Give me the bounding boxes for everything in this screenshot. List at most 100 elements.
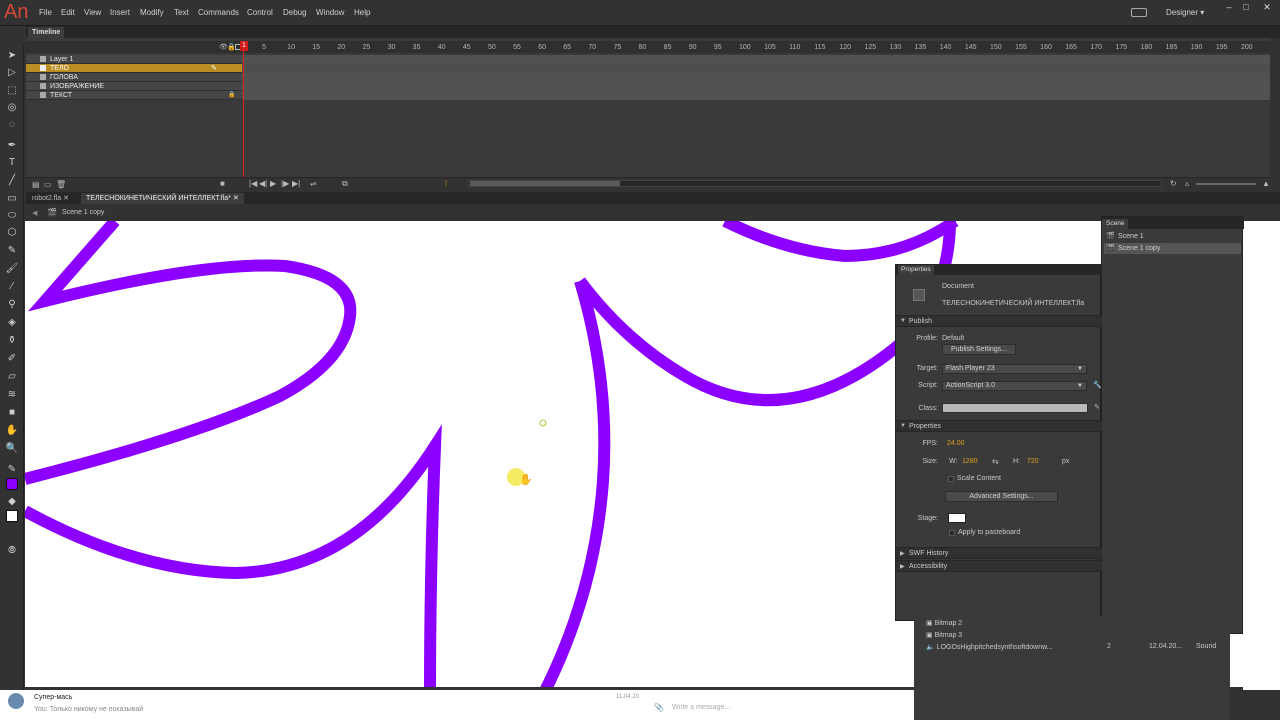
ink-bottle-tool-icon[interactable]: ⚱ [5, 335, 19, 347]
timeline-layer[interactable]: ИЗОБРАЖЕНИЕ [26, 82, 1270, 91]
frame-tick-label[interactable]: 30 [388, 44, 396, 51]
polystar-tool-icon[interactable]: ⬡ [5, 227, 19, 239]
minimize-icon[interactable]: – [1223, 2, 1235, 12]
frame-tick-label[interactable]: 165 [1065, 44, 1077, 51]
menu-edit[interactable]: Edit [61, 8, 75, 17]
frame-tick-label[interactable]: 60 [538, 44, 546, 51]
stage-color-swatch[interactable] [948, 513, 966, 523]
frame-tick-label[interactable]: 190 [1191, 44, 1203, 51]
frame-tick-label[interactable]: 180 [1141, 44, 1153, 51]
frame-tick-label[interactable]: 105 [764, 44, 776, 51]
layer-frames[interactable] [242, 73, 1270, 82]
go-first-frame-icon[interactable]: |◀ [249, 179, 257, 188]
script-settings-icon[interactable]: 🔧 [1093, 381, 1102, 389]
zoom-out-icon[interactable]: ▵ [1185, 179, 1189, 188]
playhead-marker[interactable]: 1 [240, 41, 248, 51]
snap-to-objects-icon[interactable]: ⦾ [5, 545, 19, 557]
scene-row[interactable]: 🎬 Scene 1 copy [1104, 243, 1241, 254]
frame-tick-label[interactable]: 185 [1166, 44, 1178, 51]
frame-tick-label[interactable]: 45 [463, 44, 471, 51]
tab-scene[interactable]: Scene [1102, 219, 1129, 229]
refresh-icon[interactable]: ↻ [1170, 179, 1177, 188]
library-row[interactable]: ▣ Bitmap 3 [926, 631, 962, 639]
frame-tick-label[interactable]: 150 [990, 44, 1002, 51]
frame-tick-label[interactable]: 130 [890, 44, 902, 51]
properties-section-header[interactable]: ▼ Properties [896, 420, 1102, 432]
pen-tool-icon[interactable]: ✒ [5, 140, 19, 152]
zoom-tool-icon[interactable]: 🔍 [5, 443, 19, 455]
frame-tick-label[interactable]: 120 [839, 44, 851, 51]
paint-brush-tool-icon[interactable]: ⁄ [5, 281, 19, 293]
layer-frames[interactable] [242, 64, 1270, 73]
tab-timeline[interactable]: Timeline [28, 27, 65, 38]
target-select[interactable]: Flash Player 23 ▼ [942, 364, 1087, 374]
frame-tick-label[interactable]: 195 [1216, 44, 1228, 51]
new-folder-icon[interactable]: ▭ [44, 180, 52, 189]
menu-insert[interactable]: Insert [110, 8, 130, 17]
frame-tick-label[interactable]: 20 [337, 44, 345, 51]
frame-tick-label[interactable]: 140 [940, 44, 952, 51]
frame-tick-label[interactable]: 145 [965, 44, 977, 51]
frame-tick-label[interactable]: 160 [1040, 44, 1052, 51]
menu-control[interactable]: Control [247, 8, 273, 17]
workspace-icon[interactable] [1131, 8, 1147, 17]
frame-tick-label[interactable]: 200 [1241, 44, 1253, 51]
line-tool-icon[interactable]: ╱ [5, 175, 19, 187]
pencil-tool-icon[interactable]: ✎ [5, 245, 19, 257]
frame-tick-label[interactable]: 155 [1015, 44, 1027, 51]
frame-tick-label[interactable]: 75 [613, 44, 621, 51]
message-input[interactable]: Write a message... [672, 704, 730, 711]
timeline-layer[interactable]: ГОЛОВА [26, 73, 1270, 82]
frame-tick-label[interactable]: 40 [438, 44, 446, 51]
brush-tool-icon[interactable]: 🖌 [5, 263, 19, 275]
frame-tick-label[interactable]: 35 [413, 44, 421, 51]
frame-tick-label[interactable]: 5 [262, 44, 266, 51]
menu-debug[interactable]: Debug [283, 8, 307, 17]
loop-icon[interactable]: ⇌ [310, 179, 317, 188]
edit-class-icon[interactable]: ✎ [1094, 403, 1100, 411]
zoom-in-icon[interactable]: ▲ [1262, 179, 1270, 188]
frame-tick-label[interactable]: 115 [814, 44, 825, 51]
advanced-settings-button[interactable]: Advanced Settings... [945, 491, 1058, 502]
delete-layer-icon[interactable]: 🗑 [56, 180, 66, 189]
layer-frames[interactable] [242, 55, 1270, 64]
maximize-icon[interactable]: □ [1240, 2, 1252, 12]
timeline-zoom-slider[interactable] [1196, 183, 1256, 185]
layer-frames[interactable] [242, 82, 1270, 91]
class-field[interactable] [942, 403, 1088, 413]
eyedropper-tool-icon[interactable]: ✐ [5, 353, 19, 365]
layer-name[interactable]: ТЕЛО [50, 64, 69, 73]
library-row[interactable]: 🔈 LOGOsHighpitchedsynthsoftdownw... [926, 643, 1053, 651]
camera-tool-icon[interactable]: ■ [5, 407, 19, 419]
timeline-layer[interactable]: ТЕЛО ✎ [26, 64, 1270, 73]
menu-window[interactable]: Window [316, 8, 344, 17]
frame-tick-label[interactable]: 80 [639, 44, 647, 51]
frame-tick-label[interactable]: 70 [588, 44, 596, 51]
lock-icon[interactable]: 🔒 [228, 91, 235, 98]
script-select[interactable]: ActionScript 3.0 ▼ [942, 381, 1087, 391]
layer-name[interactable]: ИЗОБРАЖЕНИЕ [50, 82, 104, 91]
frame-tick-label[interactable]: 175 [1115, 44, 1127, 51]
swf-history-section-header[interactable]: ▶ SWF History [896, 547, 1102, 559]
back-arrow-icon[interactable]: ◀ [32, 209, 37, 217]
onion-skin-icon[interactable]: ⧉ [342, 179, 348, 189]
play-icon[interactable]: ▶ [270, 179, 276, 188]
accessibility-section-header[interactable]: ▶ Accessibility [896, 560, 1102, 572]
menu-modify[interactable]: Modify [140, 8, 164, 17]
frame-tick-label[interactable]: 170 [1090, 44, 1102, 51]
stroke-color-swatch[interactable] [6, 478, 18, 490]
doc-tab[interactable]: robot2.fla ✕ [27, 193, 74, 204]
frame-tick-label[interactable]: 15 [312, 44, 320, 51]
timeline-layer[interactable]: Layer 1 [26, 55, 1270, 64]
apply-pasteboard-checkbox[interactable] [949, 530, 955, 536]
paint-bucket-tool-icon[interactable]: ◈ [5, 317, 19, 329]
avatar[interactable] [8, 693, 24, 709]
new-layer-icon[interactable]: ▤ [32, 180, 40, 189]
selection-tool-icon[interactable]: ➤ [5, 50, 19, 62]
publish-section-header[interactable]: ▼ Publish [896, 315, 1102, 327]
go-last-frame-icon[interactable]: ▶| [292, 179, 300, 188]
hand-tool-icon[interactable]: ✋ [5, 425, 19, 437]
doc-tab-active[interactable]: ТЕЛЕСНОКИНЕТИЧЕСКИЙ ИНТЕЛЛЕКТ.fla* ✕ [81, 193, 244, 204]
link-dimensions-icon[interactable]: ⇆ [992, 457, 999, 466]
menu-file[interactable]: File [39, 8, 52, 17]
